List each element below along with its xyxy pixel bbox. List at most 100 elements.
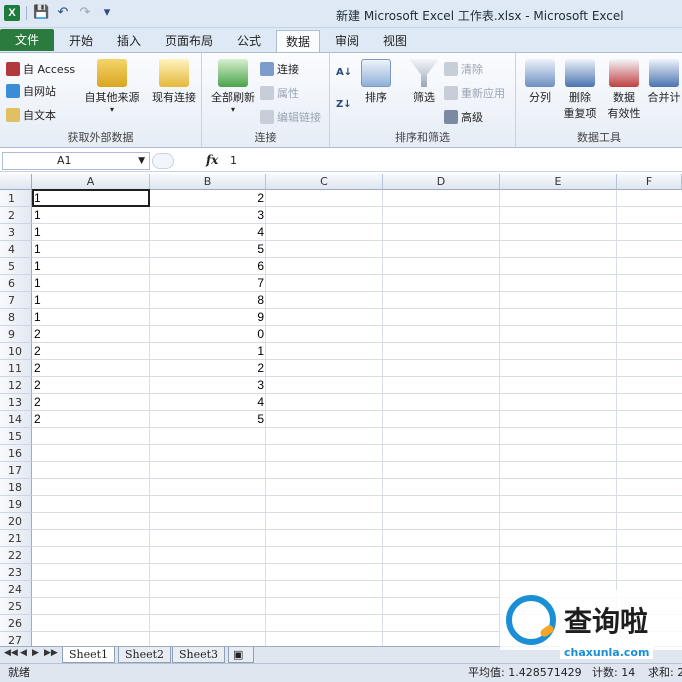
chevron-down-icon[interactable]: ▼ [138, 153, 145, 169]
cell-a5[interactable]: 1 [34, 258, 144, 275]
cell-a7[interactable]: 1 [34, 292, 144, 309]
clear-button[interactable]: 清除 [444, 61, 483, 77]
undo-icon[interactable]: ↶ [55, 5, 71, 21]
remove-duplicates-button[interactable]: 删除 重复项 [560, 59, 600, 121]
insert-sheet-icon[interactable]: ▣ [228, 647, 254, 663]
row-header-15[interactable]: 15 [0, 428, 32, 445]
from-text-button[interactable]: 自文本 [6, 107, 56, 123]
from-access-button[interactable]: 自 Access [6, 61, 75, 77]
row-header-16[interactable]: 16 [0, 445, 32, 462]
row-header-24[interactable]: 24 [0, 581, 32, 598]
row-header-25[interactable]: 25 [0, 598, 32, 615]
cell-b5[interactable]: 6 [150, 258, 264, 275]
cell-b14[interactable]: 5 [150, 411, 264, 428]
column-header-d[interactable]: D [383, 174, 500, 190]
row-header-17[interactable]: 17 [0, 462, 32, 479]
row-header-13[interactable]: 13 [0, 394, 32, 411]
advanced-button[interactable]: 高级 [444, 109, 483, 125]
properties-button[interactable]: 属性 [260, 85, 299, 101]
cell-a1[interactable]: 1 [34, 190, 144, 207]
other-sources-button[interactable]: 自其他来源 ▾ [82, 59, 142, 114]
redo-icon[interactable]: ↷ [77, 5, 93, 21]
column-header-b[interactable]: B [150, 174, 266, 190]
formula-input[interactable]: 1 [230, 154, 237, 167]
excel-icon[interactable]: X [4, 5, 20, 21]
cell-a10[interactable]: 2 [34, 343, 144, 360]
row-header-4[interactable]: 4 [0, 241, 32, 258]
connections-button[interactable]: 连接 [260, 61, 299, 77]
sheet-tab-2[interactable]: Sheet2 [118, 647, 172, 663]
column-header-f[interactable]: F [617, 174, 682, 190]
column-header-a[interactable]: A [32, 174, 150, 190]
last-sheet-icon[interactable]: ▶▶ [44, 648, 58, 658]
tab-insert[interactable]: 插入 [110, 30, 148, 52]
cell-b10[interactable]: 1 [150, 343, 264, 360]
cell-a3[interactable]: 1 [34, 224, 144, 241]
cell-a14[interactable]: 2 [34, 411, 144, 428]
cell-b4[interactable]: 5 [150, 241, 264, 258]
data-validation-button[interactable]: 数据 有效性 [602, 59, 646, 121]
text-to-columns-button[interactable]: 分列 [522, 59, 558, 105]
cell-a6[interactable]: 1 [34, 275, 144, 292]
name-box[interactable]: A1 ▼ [2, 152, 150, 170]
cell-b9[interactable]: 0 [150, 326, 264, 343]
cell-a8[interactable]: 1 [34, 309, 144, 326]
refresh-all-button[interactable]: 全部刷新 ▾ [206, 59, 260, 114]
row-header-26[interactable]: 26 [0, 615, 32, 632]
cell-a13[interactable]: 2 [34, 394, 144, 411]
formula-bar-resize-handle[interactable] [152, 153, 174, 169]
tab-page-layout[interactable]: 页面布局 [158, 30, 220, 52]
save-icon[interactable]: 💾 [33, 5, 49, 21]
cell-b3[interactable]: 4 [150, 224, 264, 241]
row-header-11[interactable]: 11 [0, 360, 32, 377]
row-header-23[interactable]: 23 [0, 564, 32, 581]
row-header-22[interactable]: 22 [0, 547, 32, 564]
edit-links-button[interactable]: 编辑链接 [260, 109, 321, 125]
existing-connections-button[interactable]: 现有连接 [148, 59, 200, 105]
row-header-14[interactable]: 14 [0, 411, 32, 428]
cell-b8[interactable]: 9 [150, 309, 264, 326]
tab-formulas[interactable]: 公式 [228, 30, 270, 52]
column-header-e[interactable]: E [500, 174, 617, 190]
row-header-10[interactable]: 10 [0, 343, 32, 360]
cell-b2[interactable]: 3 [150, 207, 264, 224]
row-header-8[interactable]: 8 [0, 309, 32, 326]
row-header-2[interactable]: 2 [0, 207, 32, 224]
row-header-18[interactable]: 18 [0, 479, 32, 496]
cell-a4[interactable]: 1 [34, 241, 144, 258]
from-web-button[interactable]: 自网站 [6, 83, 56, 99]
consolidate-button[interactable]: 合并计 [646, 59, 682, 105]
cell-a11[interactable]: 2 [34, 360, 144, 377]
next-sheet-icon[interactable]: ▶ [32, 648, 39, 658]
first-sheet-icon[interactable]: ◀◀ [4, 648, 18, 658]
cell-a2[interactable]: 1 [34, 207, 144, 224]
customize-icon[interactable]: ▾ [99, 5, 115, 21]
cell-b13[interactable]: 4 [150, 394, 264, 411]
column-header-c[interactable]: C [266, 174, 383, 190]
reapply-button[interactable]: 重新应用 [444, 85, 505, 101]
sort-ascending-button[interactable]: A↓ [336, 67, 352, 78]
tab-view[interactable]: 视图 [376, 30, 414, 52]
sort-descending-button[interactable]: Z↓ [336, 99, 352, 110]
filter-button[interactable]: 筛选 [406, 59, 442, 105]
cell-b1[interactable]: 2 [150, 190, 264, 207]
cell-b6[interactable]: 7 [150, 275, 264, 292]
row-header-27[interactable]: 27 [0, 632, 32, 646]
cell-b7[interactable]: 8 [150, 292, 264, 309]
tab-home[interactable]: 开始 [62, 30, 100, 52]
sheet-tab-1[interactable]: Sheet1 [62, 647, 116, 663]
sort-button[interactable]: 排序 [358, 59, 394, 105]
row-header-1[interactable]: 1 [0, 190, 32, 207]
row-header-21[interactable]: 21 [0, 530, 32, 547]
row-header-19[interactable]: 19 [0, 496, 32, 513]
row-header-3[interactable]: 3 [0, 224, 32, 241]
cell-a9[interactable]: 2 [34, 326, 144, 343]
cell-b11[interactable]: 2 [150, 360, 264, 377]
row-header-20[interactable]: 20 [0, 513, 32, 530]
cell-a12[interactable]: 2 [34, 377, 144, 394]
tab-file[interactable]: 文件 [0, 29, 54, 51]
cell-b12[interactable]: 3 [150, 377, 264, 394]
prev-sheet-icon[interactable]: ◀ [20, 648, 27, 658]
row-header-5[interactable]: 5 [0, 258, 32, 275]
sheet-tab-3[interactable]: Sheet3 [172, 647, 226, 663]
